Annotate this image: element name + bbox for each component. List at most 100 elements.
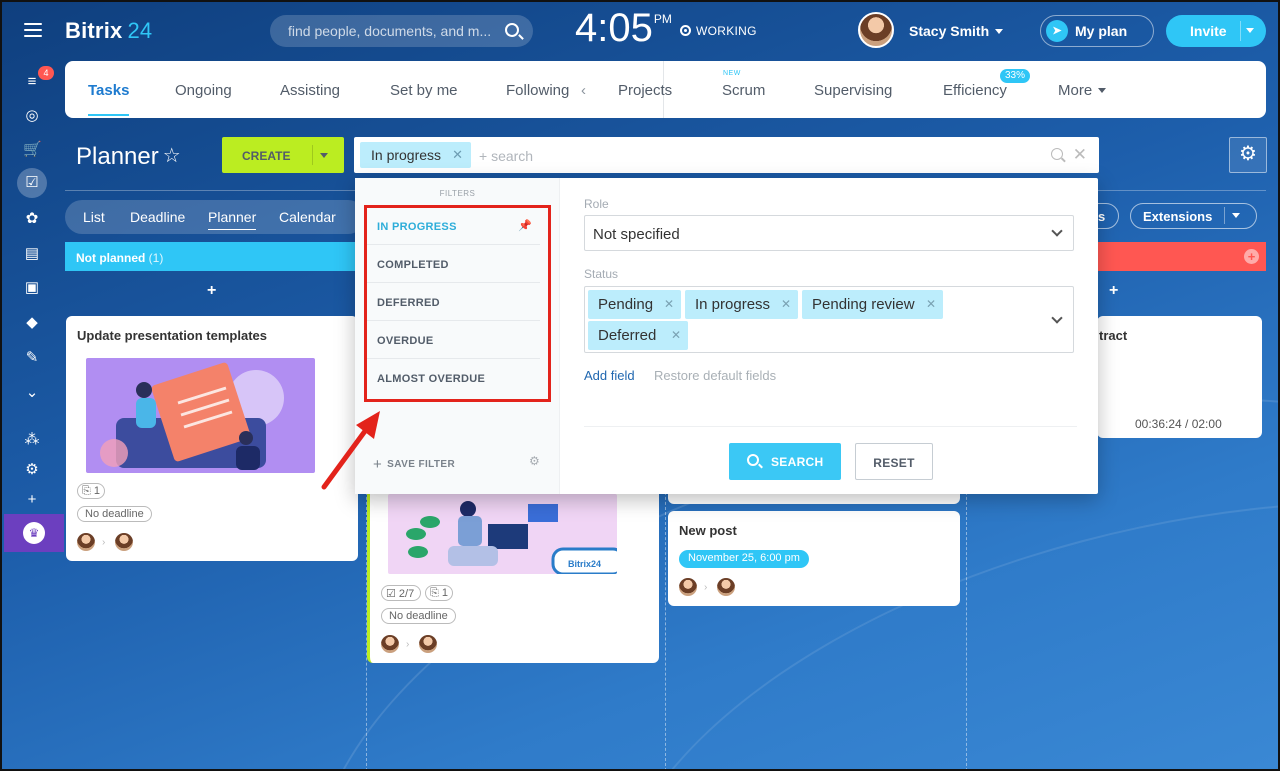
chevron-down-icon <box>1051 225 1063 237</box>
user-menu[interactable]: Stacy Smith <box>909 23 1004 39</box>
global-search-input[interactable]: find people, documents, and m... <box>270 15 533 47</box>
status-tag[interactable]: Deferred ✕ <box>588 321 688 350</box>
tab-projects[interactable]: Projects <box>618 82 672 99</box>
view-planner[interactable]: Planner <box>208 209 257 230</box>
tab-following[interactable]: Following <box>506 82 569 99</box>
highlight-box <box>364 205 551 402</box>
remove-icon[interactable]: ✕ <box>664 297 674 311</box>
brand-label: Bitrix24 <box>568 559 602 569</box>
box-icon[interactable]: ◆ <box>23 314 41 332</box>
chevron-down-icon[interactable] <box>1051 312 1063 324</box>
status-icon <box>680 25 691 36</box>
user-avatar[interactable] <box>858 12 894 48</box>
create-button[interactable]: CREATE <box>222 137 344 173</box>
work-status[interactable]: WORKING <box>680 24 757 38</box>
settings-gear-button[interactable]: ⚙ <box>1229 137 1267 173</box>
contact-card-icon[interactable]: ▤ <box>23 245 41 263</box>
app-logo[interactable]: Bitrix 24 <box>65 18 152 44</box>
add-icon[interactable]: + <box>23 491 41 509</box>
remove-icon[interactable]: ✕ <box>926 297 936 311</box>
tab-assisting[interactable]: Assisting <box>280 82 340 99</box>
deadline-badge[interactable]: November 25, 6:00 pm <box>679 550 809 568</box>
task-card[interactable]: tract 00:36:24 / 02:00 <box>1097 316 1262 438</box>
reset-button[interactable]: RESET <box>855 443 933 480</box>
signature-icon[interactable]: ✎ <box>23 349 41 367</box>
assignee-avatar[interactable] <box>115 533 133 551</box>
remove-icon[interactable]: ✕ <box>671 328 681 342</box>
extensions-button[interactable]: Extensions <box>1130 203 1257 229</box>
tab-ongoing[interactable]: Ongoing <box>175 82 232 99</box>
task-card[interactable]: Update presentation templates ⎘ 1 No dea… <box>66 316 358 561</box>
view-deadline[interactable]: Deadline <box>130 209 185 225</box>
task-timer: 00:36:24 / 02:00 <box>1135 417 1222 431</box>
column-header-overdue: + <box>1097 242 1266 271</box>
chevron-right-icon: › <box>102 537 106 548</box>
role-label: Role <box>584 197 609 211</box>
tab-set-by-me[interactable]: Set by me <box>390 82 458 99</box>
deadline-badge[interactable]: No deadline <box>381 608 456 624</box>
chevron-down-icon <box>1098 88 1107 93</box>
gear-icon[interactable]: ⚙ <box>529 454 540 468</box>
chevron-right-icon: › <box>704 582 708 593</box>
status-tag[interactable]: Pending ✕ <box>588 290 681 319</box>
search-button[interactable]: SEARCH <box>729 443 841 480</box>
cart-icon[interactable]: 🛒 <box>23 141 42 159</box>
task-title[interactable]: Update presentation templates <box>77 328 267 343</box>
creator-avatar[interactable] <box>77 533 95 551</box>
role-select[interactable]: Not specified <box>584 215 1074 251</box>
tasks-icon[interactable]: ☑ <box>17 168 47 198</box>
task-image: Bitrix24 <box>388 494 617 574</box>
tab-scrum[interactable]: Scrum <box>722 82 765 99</box>
assignee-avatar[interactable] <box>419 635 437 653</box>
tab-efficiency[interactable]: Efficiency <box>943 82 1007 99</box>
more-circle-icon[interactable]: ⌄ <box>23 384 41 402</box>
search-icon[interactable] <box>1051 148 1063 160</box>
task-card[interactable]: Bitrix24 ☑ 2/7 ⎘ 1 No deadline › <box>367 480 659 663</box>
settings-icon[interactable]: ⚙ <box>23 461 41 479</box>
menu-icon[interactable] <box>24 23 42 37</box>
filters-heading: FILTERS <box>439 189 476 198</box>
tab-supervising[interactable]: Supervising <box>814 82 892 99</box>
checklist-count: ☑ 2/7 <box>381 585 421 601</box>
assignee-avatar[interactable] <box>717 578 735 596</box>
task-title[interactable]: tract <box>1099 328 1127 343</box>
invite-button[interactable]: Invite <box>1166 15 1266 47</box>
view-switcher: List Deadline Planner Calendar <box>65 200 365 234</box>
deadline-badge[interactable]: No deadline <box>77 506 152 522</box>
filter-search-input[interactable]: In progress ✕ + search ✕ <box>354 137 1099 173</box>
view-calendar[interactable]: Calendar <box>279 209 336 225</box>
tab-tasks[interactable]: Tasks <box>88 82 130 116</box>
chevron-down-icon[interactable] <box>1246 28 1254 33</box>
task-card[interactable]: New post November 25, 6:00 pm › <box>668 511 960 606</box>
add-task-icon[interactable]: + <box>1109 282 1118 300</box>
remove-icon[interactable]: ✕ <box>781 297 791 311</box>
creator-avatar[interactable] <box>381 635 399 653</box>
chevron-right-icon: › <box>406 639 410 650</box>
filter-chip[interactable]: In progress ✕ <box>360 142 472 168</box>
add-field-link[interactable]: Add field <box>584 368 635 383</box>
creator-avatar[interactable] <box>679 578 697 596</box>
add-icon[interactable]: + <box>1244 249 1259 264</box>
target-icon[interactable]: ◎ <box>23 107 41 125</box>
status-tag[interactable]: Pending review ✕ <box>802 290 943 319</box>
star-icon[interactable]: ☆ <box>163 145 181 167</box>
task-title[interactable]: New post <box>679 523 737 538</box>
status-tag[interactable]: In progress ✕ <box>685 290 798 319</box>
add-task-icon[interactable]: + <box>207 282 216 300</box>
structure-icon[interactable]: ⁂ <box>23 431 41 449</box>
new-badge: NEW <box>723 70 741 77</box>
tab-more[interactable]: More <box>1058 82 1107 99</box>
chevron-left-icon[interactable]: ‹ <box>581 82 586 99</box>
my-plan-button[interactable]: ➤ My plan <box>1040 15 1154 47</box>
status-multiselect[interactable]: Pending ✕ In progress ✕ Pending review ✕ De… <box>584 286 1074 353</box>
view-list[interactable]: List <box>83 209 105 225</box>
upgrade-button[interactable]: ♛ <box>4 514 64 552</box>
network-icon[interactable]: ✿ <box>23 210 41 228</box>
chevron-down-icon[interactable] <box>320 153 328 158</box>
crown-icon: ♛ <box>23 522 45 544</box>
remove-icon[interactable]: ✕ <box>452 147 463 163</box>
chevron-down-icon <box>995 29 1004 34</box>
close-icon[interactable]: ✕ <box>1073 145 1087 165</box>
restore-default-fields-link[interactable]: Restore default fields <box>654 368 776 383</box>
android-icon[interactable]: ▣ <box>23 279 41 297</box>
